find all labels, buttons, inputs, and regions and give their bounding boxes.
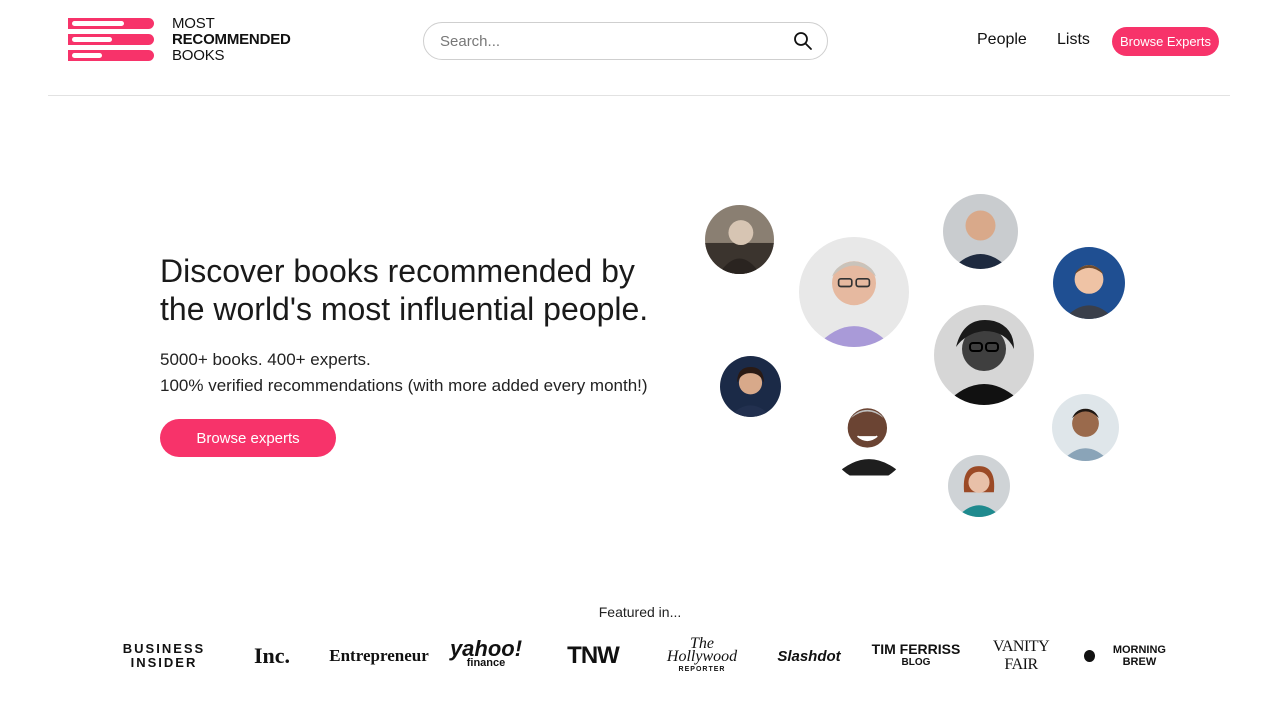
logo-books-icon [68,16,154,64]
header-divider [48,95,1230,96]
hero-title-line-1: Discover books recommended by [160,253,635,289]
search-input[interactable] [440,32,793,50]
press-logos: BUSINESS INSIDER Inc. Entrepreneur yahoo… [110,634,1190,676]
expert-avatar[interactable] [828,388,910,481]
expert-avatar[interactable] [799,237,909,347]
hollywood-reporter-line-1: The Hollywood [666,634,738,665]
vanity-fair-logo: VANITY FAIR [992,638,1050,673]
nav-people-link[interactable]: People [977,31,1027,49]
expert-avatar[interactable] [948,455,1010,517]
hero-subtitle-line-1: 5000+ books. 400+ experts. [160,350,371,369]
morning-brew-text: MORNING BREW [1112,644,1166,668]
hollywood-reporter-line-2: REPORTER [678,665,726,673]
site-logo[interactable]: MOST RECOMMENDED BOOKS [68,16,291,64]
business-insider-logo: BUSINESS INSIDER [110,636,218,676]
business-insider-line-1: BUSINESS [122,641,206,656]
featured-in-label: Featured in... [598,604,682,620]
tim-ferriss-line-1: TIM FERRISS [871,641,961,657]
hero-title-line-2: the world's most influential people. [160,291,649,327]
expert-avatar[interactable] [1052,394,1119,461]
nav-lists-link[interactable]: Lists [1057,31,1090,49]
logo-line-1: MOST [172,15,215,32]
search-icon[interactable] [793,31,813,51]
hollywood-reporter-logo: The Hollywood REPORTER [654,634,750,676]
yahoo-finance-logo: yahoo! finance [443,636,529,676]
logo-line-2: RECOMMENDED [172,31,291,48]
expert-avatar[interactable] [720,356,781,417]
browse-experts-cta-button[interactable]: Browse experts [160,419,336,457]
tim-ferriss-blog-logo: TIM FERRISS BLOG [868,636,964,676]
coffee-cup-icon [1084,650,1095,662]
expert-avatar[interactable] [705,205,774,274]
tim-ferriss-line-2: BLOG [901,657,931,668]
search-bar [423,22,828,60]
browse-experts-button[interactable]: Browse Experts [1112,27,1219,56]
morning-brew-logo: MORNING BREW [1084,636,1180,676]
entrepreneur-logo: Entrepreneur [329,646,429,665]
tnw-logo: TNW [567,642,620,669]
inc-logo: Inc. [253,643,291,668]
site-header: MOST RECOMMENDED BOOKS People Lists Brow… [0,0,1280,96]
business-insider-line-2: INSIDER [130,655,198,670]
hero-subtitle: 5000+ books. 400+ experts. 100% verified… [160,347,648,399]
logo-wordmark: MOST RECOMMENDED BOOKS [172,16,291,64]
yahoo-finance-line-2: finance [466,657,506,669]
yahoo-finance-line-1: yahoo! [449,636,523,661]
hero-title: Discover books recommended by the world'… [160,252,720,328]
hero-subtitle-line-2: 100% verified recommendations (with more… [160,376,648,395]
expert-avatar[interactable] [1053,247,1125,319]
logo-line-3: BOOKS [172,47,225,64]
slashdot-logo: Slashdot [777,647,841,665]
expert-avatar[interactable] [943,194,1018,269]
expert-avatar[interactable] [934,305,1034,405]
